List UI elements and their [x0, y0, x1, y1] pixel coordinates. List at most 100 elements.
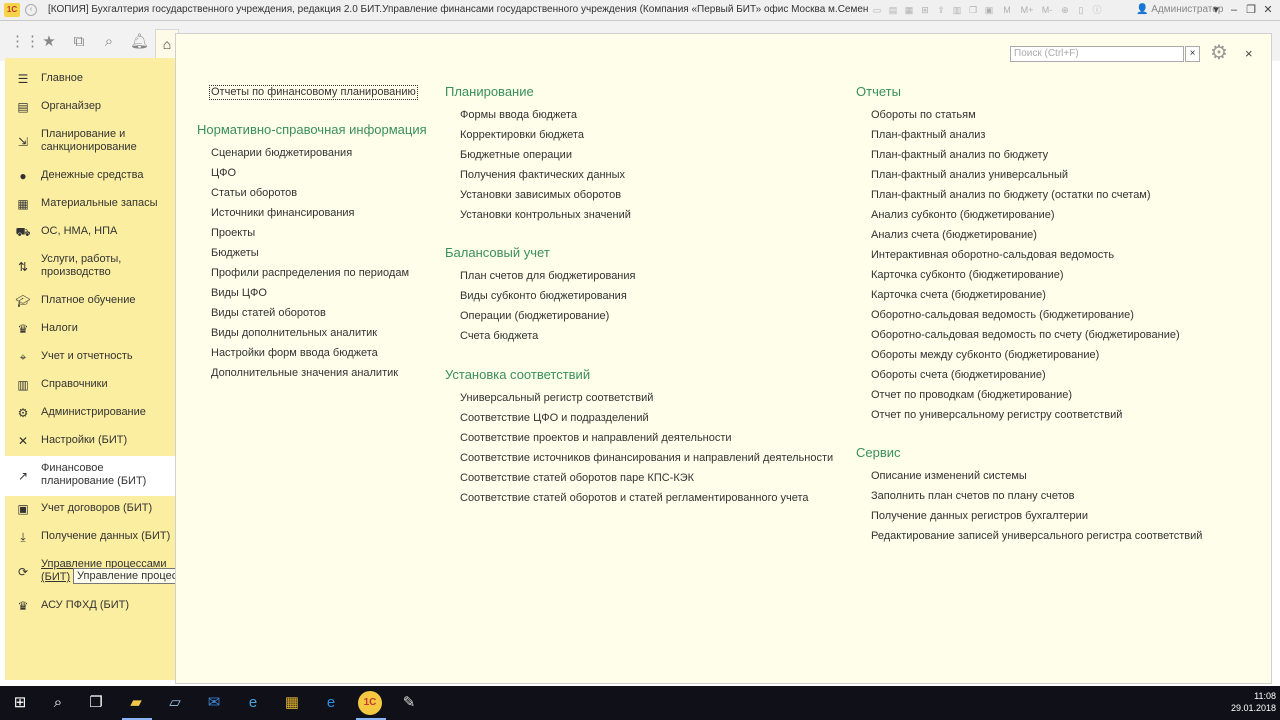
nav-link[interactable]: Получение данных регистров бухгалтерии [871, 510, 1088, 522]
nav-link[interactable]: План-фактный анализ универсальный [871, 169, 1068, 181]
notepad-icon[interactable]: ▱ [163, 691, 187, 715]
nav-link[interactable]: Соответствие статей оборотов паре КПС-КЭ… [460, 472, 694, 484]
nav-link[interactable]: Счета бюджета [460, 330, 538, 342]
restore-icon[interactable]: ❐ [1243, 2, 1259, 18]
nav-link[interactable]: Настройки форм ввода бюджета [211, 347, 378, 359]
nav-link[interactable]: Соответствие источников финансирования и… [460, 452, 833, 464]
search-icon[interactable]: ⌕ [100, 33, 118, 51]
sidebar-item[interactable]: ▤ Органайзер [5, 93, 175, 121]
nav-link[interactable]: Виды дополнительных аналитик [211, 327, 377, 339]
nav-link[interactable]: План-фактный анализ по бюджету (остатки … [871, 189, 1151, 201]
sidebar-item[interactable]: ▥ Справочники [5, 371, 175, 399]
apps-grid-icon[interactable]: ⋮⋮ [10, 33, 40, 51]
star-icon[interactable]: ★ [40, 33, 58, 51]
calculator-icon[interactable]: ▦ [280, 691, 304, 715]
nav-link[interactable]: Оборотно-сальдовая ведомость (бюджетиров… [871, 309, 1134, 321]
nav-link[interactable]: Обороты между субконто (бюджетирование) [871, 349, 1099, 361]
search-icon[interactable]: ⌕ [46, 691, 70, 715]
history-icon[interactable]: ⧉ [70, 33, 88, 51]
nav-link[interactable]: Установки контрольных значений [460, 209, 631, 221]
print-icon[interactable]: ▤ [886, 3, 900, 17]
minimize-icon[interactable]: – [1226, 2, 1242, 18]
edge-icon[interactable]: e [319, 691, 343, 715]
sidebar-item[interactable]: ♛ Налоги [5, 315, 175, 343]
settings-gear-icon[interactable]: ⚙ [1210, 43, 1228, 63]
calendar-icon[interactable]: ▥ [950, 3, 964, 17]
close-window-icon[interactable]: ✕ [1260, 2, 1276, 18]
memory-minus-button[interactable]: M- [1038, 3, 1056, 17]
sidebar-item[interactable]: 🎓︎ Платное обучение [5, 287, 175, 315]
link-icon[interactable]: ⊞ [918, 3, 932, 17]
search-input[interactable]: Поиск (Ctrl+F) [1010, 46, 1184, 62]
sidebar-item[interactable]: ↗ Финансовое планирование (БИТ) [5, 456, 175, 496]
system-clock[interactable]: 11:08 29.01.2018 [1224, 690, 1276, 714]
bell-icon[interactable]: 🔔︎ [130, 33, 149, 51]
nav-link[interactable]: План-фактный анализ по бюджету [871, 149, 1048, 161]
nav-link[interactable]: ЦФО [211, 167, 236, 179]
sidebar-item[interactable]: ♛ АСУ ПФХД (БИТ) [5, 592, 175, 620]
nav-link[interactable]: Анализ счета (бюджетирование) [871, 229, 1037, 241]
save-icon[interactable]: ▭ [870, 3, 884, 17]
sidebar-item[interactable]: ● Денежные средства [5, 162, 175, 190]
zoom-icon[interactable]: ⊕ [1058, 3, 1072, 17]
sidebar-item[interactable]: ⇲ Планирование и санкционирование [5, 122, 175, 162]
sidebar-item[interactable]: ⇅ Услуги, работы, производство [5, 247, 175, 287]
nav-link[interactable]: Получения фактических данных [460, 169, 625, 181]
nav-link[interactable]: Редактирование записей универсального ре… [871, 530, 1202, 542]
nav-link[interactable]: Проекты [211, 227, 255, 239]
nav-link[interactable]: Бюджетные операции [460, 149, 572, 161]
nav-link[interactable]: Отчет по универсальному регистру соответ… [871, 409, 1122, 421]
nav-link[interactable]: Бюджеты [211, 247, 259, 259]
nav-link[interactable]: Заполнить план счетов по плану счетов [871, 490, 1074, 502]
sidebar-item[interactable]: ⌖ Учет и отчетность [5, 343, 175, 371]
info-icon[interactable]: ⓘ [1090, 3, 1104, 17]
nav-link[interactable]: Карточка субконто (бюджетирование) [871, 269, 1064, 281]
nav-link[interactable]: Дополнительные значения аналитик [211, 367, 398, 379]
nav-link[interactable]: Виды статей оборотов [211, 307, 326, 319]
report-link-financial-planning[interactable]: Отчеты по финансовому планированию [209, 85, 418, 100]
task-view-icon[interactable]: ❐ [84, 691, 108, 715]
nav-link[interactable]: Операции (бюджетирование) [460, 310, 609, 322]
window-menu-icon[interactable]: ‹ [25, 4, 37, 16]
memory-plus-button[interactable]: M+ [1018, 3, 1036, 17]
windows-start-icon[interactable]: ⊞ [8, 691, 32, 715]
nav-link[interactable]: Соответствие ЦФО и подразделений [460, 412, 649, 424]
nav-link[interactable]: Виды ЦФО [211, 287, 267, 299]
nav-link[interactable]: План счетов для бюджетирования [460, 270, 635, 282]
nav-link[interactable]: Профили распределения по периодам [211, 267, 409, 279]
nav-link[interactable]: Статьи оборотов [211, 187, 297, 199]
search-clear-button[interactable]: × [1185, 46, 1200, 62]
nav-link[interactable]: Отчет по проводкам (бюджетирование) [871, 389, 1072, 401]
nav-link[interactable]: Соответствие проектов и направлений деят… [460, 432, 732, 444]
nav-link[interactable]: Оборотно-сальдовая ведомость по счету (б… [871, 329, 1180, 341]
internet-explorer-icon[interactable]: e [241, 691, 265, 715]
nav-link[interactable]: Установки зависимых оборотов [460, 189, 621, 201]
outlook-icon[interactable]: ✉ [202, 691, 226, 715]
chevron-down-icon[interactable]: ▾ [1208, 2, 1224, 18]
nav-link[interactable]: Обороты по статьям [871, 109, 976, 121]
close-panel-button[interactable]: × [1245, 46, 1253, 62]
panel-icon[interactable]: ▯ [1074, 3, 1088, 17]
nav-link[interactable]: Анализ субконто (бюджетирование) [871, 209, 1055, 221]
sidebar-item[interactable]: ⤓ Получение данных (БИТ) [5, 523, 175, 551]
memory-m-button[interactable]: M [998, 3, 1016, 17]
calc-icon[interactable]: ▣ [982, 3, 996, 17]
nav-link[interactable]: Описание изменений системы [871, 470, 1027, 482]
nav-link[interactable]: Виды субконто бюджетирования [460, 290, 627, 302]
nav-link[interactable]: План-фактный анализ [871, 129, 985, 141]
tool-app-icon[interactable]: ✎ [397, 691, 421, 715]
sidebar-item[interactable]: ▣ Учет договоров (БИТ) [5, 495, 175, 523]
nav-link[interactable]: Формы ввода бюджета [460, 109, 577, 121]
nav-link[interactable]: Корректировки бюджета [460, 129, 584, 141]
nav-link[interactable]: Сценарии бюджетирования [211, 147, 352, 159]
sidebar-item[interactable]: ⚙ Администрирование [5, 399, 175, 427]
onec-app-icon[interactable]: 1С [358, 691, 382, 715]
nav-link[interactable]: Источники финансирования [211, 207, 355, 219]
upload-icon[interactable]: ⇪ [934, 3, 948, 17]
nav-link[interactable]: Соответствие статей оборотов и статей ре… [460, 492, 809, 504]
sidebar-item[interactable]: ✕ Настройки (БИТ) [5, 427, 175, 455]
nav-link[interactable]: Обороты счета (бюджетирование) [871, 369, 1046, 381]
sidebar-item[interactable]: ⛟ ОС, НМА, НПА [5, 218, 175, 246]
file-explorer-icon[interactable]: ▰ [124, 691, 148, 715]
copy-icon[interactable]: ❐ [966, 3, 980, 17]
